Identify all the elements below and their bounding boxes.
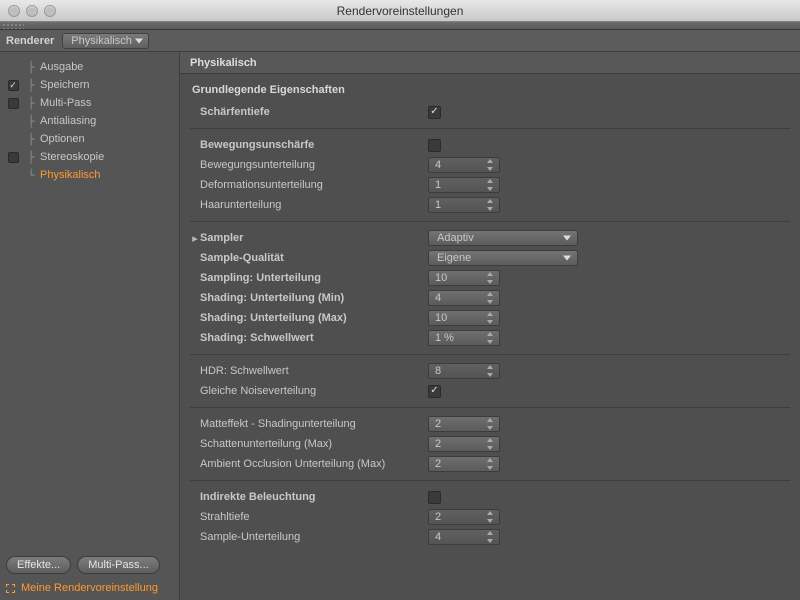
tree-item-label: Optionen [40,133,85,145]
shading-max-field[interactable]: 10 [428,310,500,326]
group-header: Grundlegende Eigenschaften [190,80,790,102]
tree-item-stereoskopie[interactable]: ├ Stereoskopie [0,148,179,166]
prop-label: Sample-Qualität [200,252,286,264]
deformationsunterteilung-field[interactable]: 1 [428,177,500,193]
traffic-zoom[interactable] [44,5,56,17]
hdr-schwellwert-field[interactable]: 8 [428,363,500,379]
prop-label: Schärfentiefe [200,106,272,118]
tree-item-label: Speichern [40,79,90,91]
tree-item-speichern[interactable]: ├ Speichern [0,76,179,94]
tree-item-antialiasing[interactable]: ├ Antialiasing [0,112,179,130]
schaerfentiefe-checkbox[interactable] [428,106,441,119]
effekte-button[interactable]: Effekte... [6,556,71,574]
window-title: Rendervoreinstellungen [0,4,800,18]
prop-label: Bewegungsunterteilung [200,159,317,171]
shading-min-field[interactable]: 4 [428,290,500,306]
sampling-unterteilung-field[interactable]: 10 [428,270,500,286]
prop-label: Bewegungsunschärfe [200,139,316,151]
renderer-bar: Renderer Physikalisch [0,30,800,52]
haarunterteilung-field[interactable]: 1 [428,197,500,213]
indirekte-beleuchtung-checkbox[interactable] [428,491,441,504]
prop-label: Shading: Unterteilung (Max) [200,312,349,324]
tree-checkbox[interactable] [8,152,19,163]
preset-row[interactable]: Meine Rendervoreinstellung [6,582,173,594]
tree-checkbox[interactable] [8,98,19,109]
tree-item-optionen[interactable]: ├ Optionen [0,130,179,148]
tree-item-ausgabe[interactable]: ├ Ausgabe [0,58,179,76]
prop-label: Shading: Unterteilung (Min) [200,292,346,304]
prop-label: Haarunterteilung [200,199,283,211]
multipass-button[interactable]: Multi-Pass... [77,556,160,574]
strahltiefe-field[interactable]: 2 [428,509,500,525]
prop-label: HDR: Schwellwert [200,365,291,377]
renderer-dropdown[interactable]: Physikalisch [62,33,149,49]
sample-qualitaet-dropdown[interactable]: Eigene [428,250,578,266]
prop-label: Sample-Unterteilung [200,531,302,543]
sampler-dropdown[interactable]: Adaptiv [428,230,578,246]
tree-checkbox[interactable] [8,80,19,91]
renderer-label: Renderer [6,35,54,47]
matteffekt-field[interactable]: 2 [428,416,500,432]
gleiche-noise-checkbox[interactable] [428,385,441,398]
ao-max-field[interactable]: 2 [428,456,500,472]
traffic-minimize[interactable] [26,5,38,17]
prop-label: Sampling: Unterteilung [200,272,323,284]
grip-icon [2,23,24,29]
renderer-dropdown-value: Physikalisch [71,35,132,47]
tree-item-label: Multi-Pass [40,97,91,109]
prop-label: Shading: Schwellwert [200,332,316,344]
render-settings-tree: ├ Ausgabe ├ Speichern ├ Multi-Pass ├ Ant… [0,52,179,550]
prop-label: Deformationsunterteilung [200,179,325,191]
tree-item-label: Physikalisch [40,169,101,181]
sample-unterteilung-field[interactable]: 4 [428,529,500,545]
window-titlebar: Rendervoreinstellungen [0,0,800,22]
prop-label: Strahltiefe [200,511,252,523]
prop-label: Matteffekt - Shadingunterteilung [200,418,358,430]
schatten-max-field[interactable]: 2 [428,436,500,452]
tree-item-multipass[interactable]: ├ Multi-Pass [0,94,179,112]
sidebar: ├ Ausgabe ├ Speichern ├ Multi-Pass ├ Ant… [0,52,180,600]
tool-strip [0,22,800,30]
prop-label: Schattenunterteilung (Max) [200,438,334,450]
bewegungsunschaerfe-checkbox[interactable] [428,139,441,152]
traffic-close[interactable] [8,5,20,17]
properties-panel: Physikalisch Grundlegende Eigenschaften … [180,52,800,600]
bewegungsunterteilung-field[interactable]: 4 [428,157,500,173]
tree-item-physikalisch[interactable]: └ Physikalisch [0,166,179,184]
tree-item-label: Ausgabe [40,61,83,73]
tree-item-label: Antialiasing [40,115,96,127]
preset-label: Meine Rendervoreinstellung [21,582,158,594]
shading-schwellwert-field[interactable]: 1 % [428,330,500,346]
prop-label: Gleiche Noiseverteilung [200,385,318,397]
prop-label: Sampler [200,232,245,244]
panel-tab[interactable]: Physikalisch [180,52,800,74]
prop-label: Ambient Occlusion Unterteilung (Max) [200,458,387,470]
preset-icon [6,584,15,593]
tree-item-label: Stereoskopie [40,151,104,163]
prop-label: Indirekte Beleuchtung [200,491,318,503]
